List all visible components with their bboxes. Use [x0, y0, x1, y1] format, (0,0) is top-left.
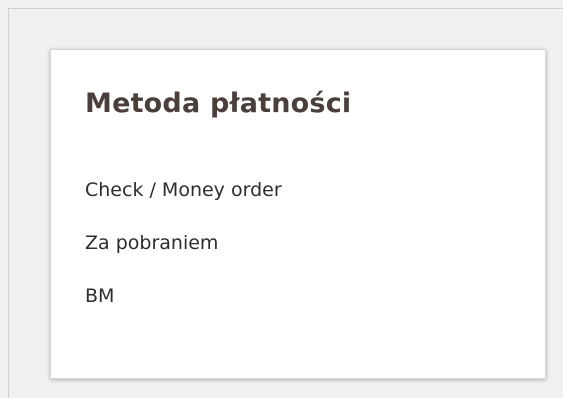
payment-method-title: Metoda płatności [85, 88, 352, 119]
payment-method-card: Metoda płatności Check / Money order Za … [50, 49, 546, 379]
payment-method-list: Check / Money order Za pobraniem BM [85, 178, 282, 337]
page-frame: Metoda płatności Check / Money order Za … [8, 8, 563, 398]
payment-method-check-money-order[interactable]: Check / Money order [85, 178, 282, 231]
payment-method-cash-on-delivery[interactable]: Za pobraniem [85, 231, 282, 284]
payment-method-bm[interactable]: BM [85, 284, 282, 337]
